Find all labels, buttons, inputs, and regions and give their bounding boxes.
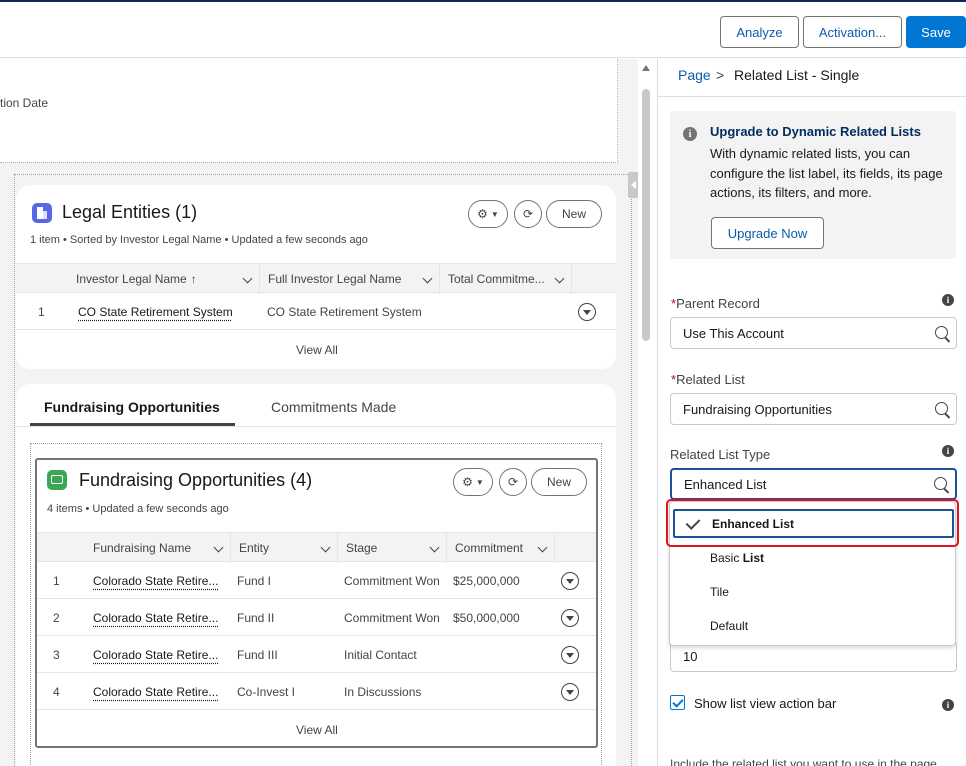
refresh-button[interactable]: ⟳ <box>499 468 527 496</box>
search-icon <box>934 477 947 490</box>
column-header[interactable]: Total Commitme... <box>440 264 572 294</box>
tabs-card: Fundraising Opportunities Commitments Ma… <box>16 384 616 766</box>
view-all-link[interactable]: View All <box>296 343 338 357</box>
chevron-down-icon: ▼ <box>475 477 484 487</box>
upgrade-notice: i Upgrade to Dynamic Related Lists With … <box>670 111 956 259</box>
new-fundraising-button[interactable]: New <box>531 468 587 496</box>
help-text: Include the related list you want to use… <box>670 757 937 766</box>
breadcrumb-separator: > <box>716 67 725 83</box>
table-header: Fundraising Name Entity Stage Commitment <box>37 532 596 563</box>
properties-panel: Page > Related List - Single i Upgrade t… <box>657 59 966 766</box>
chevron-down-icon <box>422 273 433 284</box>
table-row: 4 Colorado State Retire... Co-Invest I I… <box>37 673 596 710</box>
legal-entities-subtitle: 1 item • Sorted by Investor Legal Name •… <box>30 234 368 246</box>
info-icon[interactable]: i <box>942 699 954 711</box>
new-legal-entity-button[interactable]: New <box>546 200 602 228</box>
builder-toolbar: Analyze Activation... Save <box>0 0 966 58</box>
opportunity-icon <box>47 470 67 490</box>
search-icon <box>935 402 948 415</box>
column-header[interactable]: Stage <box>338 533 447 563</box>
header-region: tion Date <box>0 59 618 163</box>
gear-icon: ⚙ <box>477 207 488 221</box>
parent-record-label: *Parent Record <box>671 296 760 311</box>
search-icon <box>935 326 948 339</box>
fundraising-card: Fundraising Opportunities (4) 4 items • … <box>35 458 598 748</box>
related-list-label: *Related List <box>671 372 745 387</box>
legal-entities-card: Legal Entities (1) 1 item • Sorted by In… <box>16 185 616 369</box>
show-action-bar-checkbox[interactable] <box>670 695 685 710</box>
scroll-up-icon[interactable] <box>642 65 650 71</box>
field-label-partial: tion Date <box>0 96 49 110</box>
row-action-icon[interactable] <box>578 303 596 321</box>
chevron-left-icon <box>631 181 636 189</box>
record-link[interactable]: Colorado State Retire... <box>93 636 218 673</box>
option-tile[interactable]: Tile <box>670 575 955 609</box>
info-icon: i <box>683 127 697 141</box>
info-icon[interactable]: i <box>942 294 954 306</box>
chevron-down-icon <box>537 542 548 553</box>
settings-menu-button[interactable]: ⚙ ▼ <box>453 468 493 496</box>
tab-fundraising-opportunities[interactable]: Fundraising Opportunities <box>44 399 220 415</box>
breadcrumb-page[interactable]: Page <box>678 67 711 83</box>
parent-record-input[interactable]: Use This Account <box>670 317 957 349</box>
gear-icon: ⚙ <box>462 475 473 489</box>
fundraising-subtitle: 4 items • Updated a few seconds ago <box>47 503 229 515</box>
highlight-annotation <box>666 499 959 547</box>
column-header[interactable]: Fundraising Name <box>85 533 231 563</box>
chevron-down-icon <box>554 273 565 284</box>
canvas-scrollbar[interactable] <box>638 59 656 766</box>
save-button[interactable]: Save <box>906 16 966 48</box>
table-row: 2 Colorado State Retire... Fund II Commi… <box>37 599 596 636</box>
upgrade-title: Upgrade to Dynamic Related Lists <box>710 124 921 139</box>
chevron-down-icon: ▼ <box>490 209 499 219</box>
record-link[interactable]: Colorado State Retire... <box>93 673 218 710</box>
related-list-type-label: Related List Type <box>670 447 771 462</box>
legal-entities-title[interactable]: Legal Entities (1) <box>62 202 197 223</box>
upgrade-body: With dynamic related lists, you can conf… <box>710 146 943 200</box>
scroll-thumb[interactable] <box>642 89 650 341</box>
column-header[interactable]: Full Investor Legal Name <box>260 264 440 294</box>
building-icon <box>32 203 52 223</box>
view-all-link[interactable]: View All <box>296 723 338 737</box>
option-default[interactable]: Default <box>670 609 955 643</box>
fundraising-title[interactable]: Fundraising Opportunities (4) <box>79 470 312 491</box>
column-header[interactable]: Commitment <box>447 533 555 563</box>
upgrade-now-button[interactable]: Upgrade Now <box>711 217 824 249</box>
record-link[interactable]: Colorado State Retire... <box>93 599 218 636</box>
table-row: 1 CO State Retirement System CO State Re… <box>16 293 616 330</box>
column-header[interactable]: Investor Legal Name ↑ <box>68 264 260 294</box>
record-link[interactable]: CO State Retirement System <box>78 293 233 330</box>
sort-up-icon: ↑ <box>190 272 197 286</box>
analyze-button[interactable]: Analyze <box>720 16 799 48</box>
record-link[interactable]: Colorado State Retire... <box>93 562 218 599</box>
table-row: 3 Colorado State Retire... Fund III Init… <box>37 636 596 673</box>
row-action-icon[interactable] <box>561 646 579 664</box>
activation-button[interactable]: Activation... <box>803 16 902 48</box>
refresh-button[interactable]: ⟳ <box>514 200 542 228</box>
breadcrumb-current: Related List - Single <box>734 67 860 83</box>
row-action-icon[interactable] <box>561 572 579 590</box>
row-action-icon[interactable] <box>561 683 579 701</box>
chevron-down-icon <box>242 273 253 284</box>
settings-menu-button[interactable]: ⚙ ▼ <box>468 200 508 228</box>
info-icon[interactable]: i <box>942 445 954 457</box>
refresh-icon: ⟳ <box>507 475 519 489</box>
chevron-down-icon <box>429 542 440 553</box>
chevron-down-icon <box>213 542 224 553</box>
table-header: Investor Legal Name ↑ Full Investor Lega… <box>16 263 616 294</box>
table-row: 1 Colorado State Retire... Fund I Commit… <box>37 562 596 599</box>
chevron-down-icon <box>320 542 331 553</box>
tab-commitments-made[interactable]: Commitments Made <box>271 399 396 415</box>
refresh-icon: ⟳ <box>522 207 534 221</box>
show-action-bar-label: Show list view action bar <box>694 696 837 711</box>
row-action-icon[interactable] <box>561 609 579 627</box>
related-list-type-combobox[interactable]: Enhanced List <box>670 468 957 500</box>
related-list-input[interactable]: Fundraising Opportunities <box>670 393 957 425</box>
page-canvas: tion Date Legal Entities (1) 1 item • So… <box>0 59 656 766</box>
column-header[interactable]: Entity <box>231 533 338 563</box>
